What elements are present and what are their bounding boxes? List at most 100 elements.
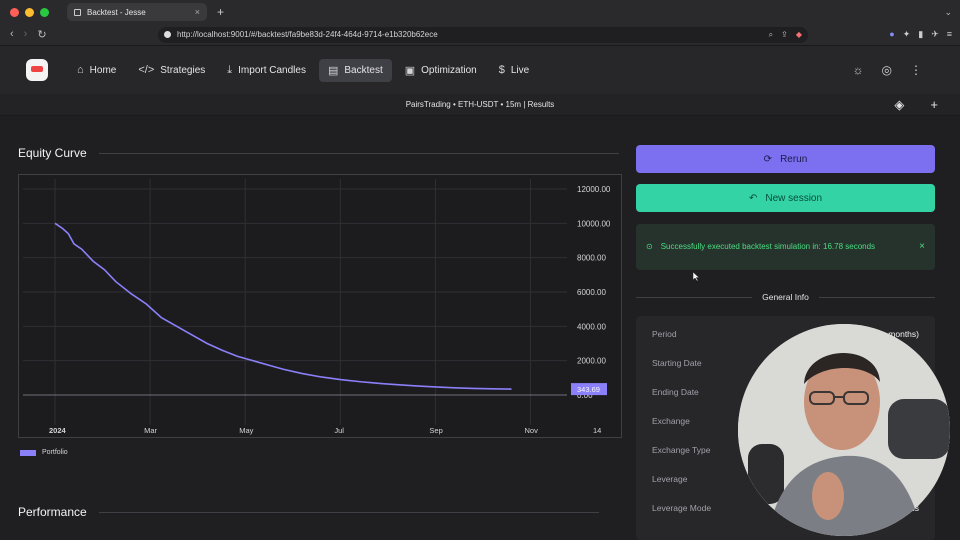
sidebar-icon[interactable]: ▮	[918, 29, 923, 40]
last-value-label: 343.69	[577, 385, 600, 394]
back-icon[interactable]: ‹	[10, 28, 14, 41]
extensions-bar: ● ✦ ▮ ✈ ≡	[889, 29, 952, 40]
portfolio-series-line	[54, 222, 512, 390]
main-menu: ⌂ Home </> Strategies ⤓ Import Candles ▤…	[68, 58, 538, 82]
nav-buttons: ‹ › ↻	[10, 28, 47, 41]
presenter-video	[738, 324, 950, 536]
more-options-icon[interactable]: ⋮	[910, 63, 922, 77]
new-tab-button[interactable]: +	[217, 5, 224, 19]
extension-icon[interactable]: ●	[889, 29, 894, 40]
x-tick-label: Nov	[525, 426, 539, 435]
info-label-ending-date: Ending Date	[652, 387, 699, 397]
info-label-exchange-type: Exchange Type	[652, 445, 711, 455]
chip-icon: ▣	[404, 64, 416, 77]
x-tick-label: 2024	[49, 426, 67, 435]
x-tick-label: May	[239, 426, 253, 435]
nav-optimization-label: Optimization	[421, 64, 477, 76]
nav-live[interactable]: $ Live	[490, 59, 538, 82]
reload-icon[interactable]: ↻	[37, 28, 46, 41]
info-label-period: Period	[652, 329, 677, 339]
tab-close-icon[interactable]: ×	[195, 7, 200, 17]
address-bar[interactable]: http://localhost:9001/#/backtest/fa9be83…	[158, 26, 808, 43]
y-tick-label: 12000.00	[577, 185, 611, 194]
theme-toggle-icon[interactable]: ☼	[853, 63, 864, 77]
y-tick-label: 2000.00	[577, 357, 606, 366]
tab-favicon-icon	[74, 8, 81, 16]
new-session-label: New session	[765, 192, 823, 204]
url-text[interactable]: http://localhost:9001/#/backtest/fa9be83…	[177, 30, 438, 39]
share-icon[interactable]: ⇪	[781, 30, 788, 40]
tab-title: Backtest - Jesse	[87, 7, 146, 17]
y-tick-label: 4000.00	[577, 322, 606, 331]
x-tick-label: Sep	[429, 426, 442, 435]
add-tab-icon[interactable]: +	[930, 97, 938, 113]
y-tick-label: 10000.00	[577, 219, 611, 228]
rerun-label: Rerun	[780, 153, 808, 165]
session-title: PairsTrading • ETH-USDT • 15m | Results	[405, 100, 555, 109]
x-tick-label: 14	[593, 426, 601, 435]
nav-strategies[interactable]: </> Strategies	[129, 59, 214, 82]
tab-list-chevron-icon[interactable]: ⌄	[944, 7, 952, 18]
equity-chart-svg[interactable]: 12000.00 10000.00 8000.00 6000.00 4000.00 200…	[19, 175, 623, 439]
alert-message: Successfully executed backtest simulatio…	[660, 242, 876, 251]
webcam-overlay	[738, 324, 950, 536]
divider	[98, 152, 619, 154]
general-info-title: General Info	[762, 292, 809, 302]
nav-import-candles[interactable]: ⤓ Import Candles	[218, 59, 315, 82]
clipboard-icon: ▤	[327, 64, 339, 77]
nav-live-label: Live	[510, 64, 530, 76]
close-window-button[interactable]	[10, 7, 19, 17]
equity-chart[interactable]: 12000.00 10000.00 8000.00 6000.00 4000.00 200…	[18, 174, 622, 438]
legend-swatch	[20, 449, 36, 456]
equity-curve-heading: Equity Curve	[18, 146, 619, 160]
maximize-window-button[interactable]	[40, 7, 49, 17]
info-label-exchange: Exchange	[652, 416, 690, 426]
forward-icon[interactable]: ›	[24, 28, 28, 41]
chart-legend[interactable]: Portfolio	[20, 449, 68, 456]
browser-tab[interactable]: Backtest - Jesse ×	[67, 3, 207, 21]
success-alert: ⊙ Successfully executed backtest simulat…	[636, 224, 935, 270]
help-icon[interactable]: ◎	[882, 63, 892, 77]
home-icon: ⌂	[77, 64, 84, 76]
info-label-leverage-mode: Leverage Mode	[652, 503, 712, 513]
nav-home-label: Home	[89, 64, 117, 76]
equity-curve-title: Equity Curve	[18, 146, 87, 160]
puzzle-icon[interactable]: ✦	[903, 29, 911, 40]
alert-close-icon[interactable]: ×	[919, 241, 925, 253]
rerun-button[interactable]: ⟳ Rerun	[636, 145, 935, 173]
shield-icon[interactable]: ◆	[796, 30, 802, 40]
main-content: Equity Curve 12000.00 10000.00 8000.00 6000…	[0, 116, 960, 540]
browser-toolbar: ‹ › ↻ http://localhost:9001/#/backtest/f…	[0, 24, 960, 46]
performance-heading: Performance	[18, 505, 599, 519]
zoom-icon[interactable]: ⌕	[769, 30, 773, 40]
browser-titlebar: Backtest - Jesse × + ⌄	[0, 0, 960, 24]
nav-strategies-label: Strategies	[160, 64, 206, 76]
performance-title: Performance	[18, 505, 87, 519]
dollar-icon: $	[498, 64, 505, 76]
app-logo[interactable]	[26, 59, 48, 81]
undo-arrow-icon: ↶	[748, 192, 758, 204]
new-session-button[interactable]: ↶ New session	[636, 184, 935, 212]
layers-icon[interactable]: ◈	[894, 97, 904, 113]
pin-icon[interactable]: ✈	[931, 29, 939, 40]
minimize-window-button[interactable]	[25, 7, 34, 17]
code-icon: </>	[138, 64, 155, 76]
nav-backtest-label: Backtest	[344, 64, 383, 76]
divider	[636, 296, 753, 298]
download-icon: ⤓	[227, 63, 233, 76]
refresh-icon: ⟳	[763, 153, 773, 165]
menu-icon[interactable]: ≡	[947, 29, 952, 40]
info-label-starting-date: Starting Date	[652, 358, 702, 368]
x-tick-label: Jul	[334, 426, 344, 435]
y-tick-label: 6000.00	[577, 288, 606, 297]
session-bar: PairsTrading • ETH-USDT • 15m | Results …	[0, 94, 960, 116]
address-actions: ⌕ ⇪ ◆	[769, 30, 802, 40]
check-circle-icon: ⊙	[646, 242, 653, 251]
site-info-icon[interactable]	[164, 31, 171, 38]
nav-home[interactable]: ⌂ Home	[68, 59, 125, 82]
nav-optimization[interactable]: ▣ Optimization	[396, 59, 486, 82]
info-label-leverage: Leverage	[652, 474, 688, 484]
nav-backtest[interactable]: ▤ Backtest	[318, 58, 392, 82]
x-tick-label: Mar	[144, 426, 157, 435]
mouse-cursor-icon	[693, 272, 699, 281]
